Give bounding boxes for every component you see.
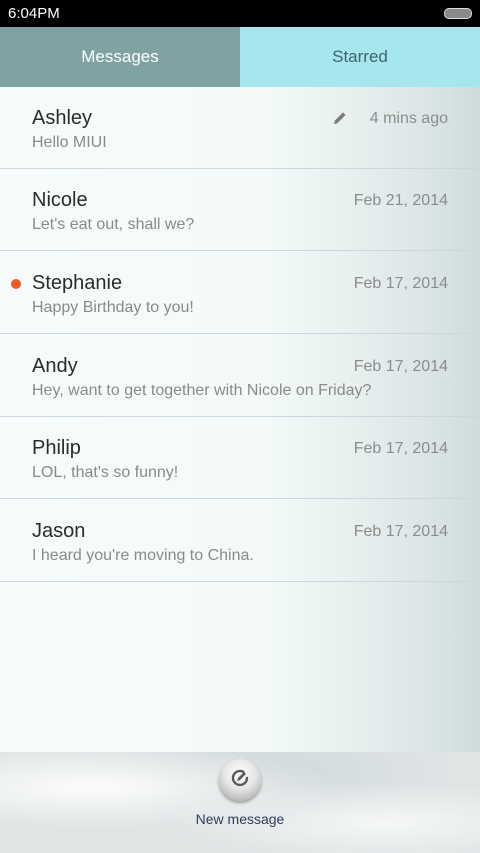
sender-name: Jason xyxy=(32,520,86,542)
message-date: Feb 17, 2014 xyxy=(353,358,448,375)
battery-icon xyxy=(444,8,472,19)
sender-name: Andy xyxy=(32,355,78,377)
sender-name: Stephanie xyxy=(32,272,123,294)
message-preview: Let's eat out, shall we? xyxy=(32,216,195,233)
message-row[interactable]: Andy Hey, want to get together with Nico… xyxy=(0,335,480,417)
message-row[interactable]: Nicole Let's eat out, shall we? Feb 21, … xyxy=(0,169,480,251)
bottom-bar: New message xyxy=(0,752,480,853)
tab-messages[interactable]: Messages xyxy=(0,27,240,87)
message-row[interactable]: Philip LOL, that's so funny! Feb 17, 201… xyxy=(0,417,480,499)
tab-starred[interactable]: Starred xyxy=(240,27,480,87)
unread-indicator xyxy=(11,279,21,289)
message-date: Feb 17, 2014 xyxy=(353,440,448,457)
status-bar: 6:04PM xyxy=(0,0,480,27)
message-row[interactable]: Jason I heard you're moving to China. Fe… xyxy=(0,500,480,582)
sender-name: Ashley xyxy=(32,107,93,129)
new-message-label[interactable]: New message xyxy=(0,811,480,827)
message-date: Feb 17, 2014 xyxy=(353,523,448,540)
message-list: Ashley Hello MIUI 4 mins ago Nicole Let'… xyxy=(0,87,480,752)
pencil-icon xyxy=(334,112,346,124)
message-preview: Happy Birthday to you! xyxy=(32,299,194,316)
compose-icon xyxy=(231,769,249,787)
message-date: Feb 21, 2014 xyxy=(353,192,448,209)
sender-name: Philip xyxy=(32,437,81,459)
new-message-button[interactable] xyxy=(219,759,261,801)
message-date: 4 mins ago xyxy=(369,110,448,127)
message-preview: LOL, that's so funny! xyxy=(32,464,179,481)
message-row[interactable]: Stephanie Happy Birthday to you! Feb 17,… xyxy=(0,252,480,334)
message-preview: Hey, want to get together with Nicole on… xyxy=(32,382,372,399)
message-row[interactable]: Ashley Hello MIUI 4 mins ago xyxy=(0,87,480,169)
message-date: Feb 17, 2014 xyxy=(353,275,448,292)
status-time: 6:04PM xyxy=(8,5,60,22)
sender-name: Nicole xyxy=(32,189,88,211)
message-preview: Hello MIUI xyxy=(32,134,107,151)
message-preview: I heard you're moving to China. xyxy=(32,547,254,564)
tab-bar: Messages Starred xyxy=(0,27,480,87)
